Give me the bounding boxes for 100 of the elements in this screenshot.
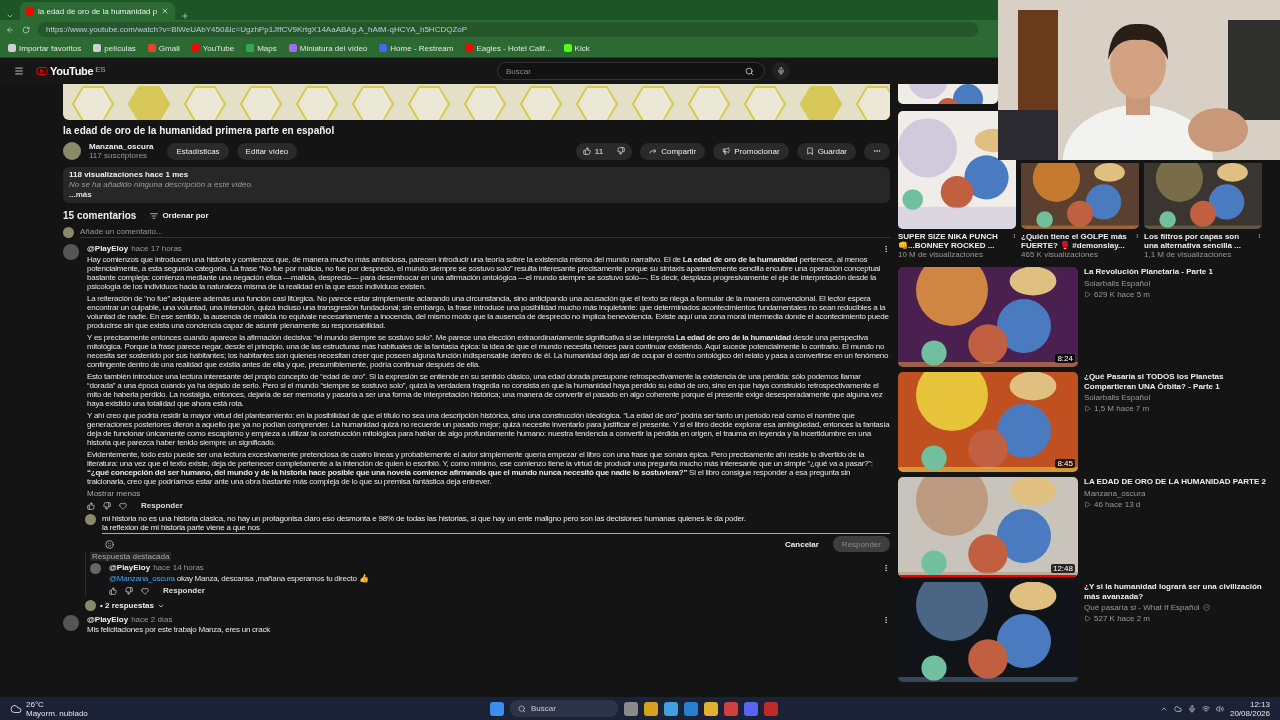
video-title[interactable]: LA EDAD DE ORO DE LA HUMANIDAD PARTE 2 — [1084, 477, 1270, 487]
show-less-link[interactable]: Mostrar menos — [87, 489, 141, 498]
back-icon — [6, 25, 14, 34]
mic-icon — [1187, 704, 1196, 713]
action-button[interactable]: Promocionar — [713, 142, 789, 160]
start-icon[interactable] — [490, 701, 504, 716]
more-icon — [1011, 232, 1016, 240]
clock-time: 12:13 — [1249, 699, 1270, 709]
close-icon[interactable] — [161, 7, 170, 15]
more-icon — [1257, 232, 1262, 240]
comment-author[interactable]: @PlayEloy — [87, 615, 129, 624]
share-icon — [649, 147, 658, 155]
comment-author[interactable]: @PlayEloy — [87, 244, 129, 253]
sort-icon — [150, 211, 159, 220]
app-icon[interactable] — [644, 701, 658, 716]
channel-name[interactable]: Solarballs Español — [1084, 393, 1151, 402]
bookmark[interactable]: Kick — [563, 43, 590, 53]
comment-time: hace 14 horas — [153, 563, 204, 572]
avatar — [63, 226, 74, 238]
comment-time: hace 2 días — [131, 615, 173, 624]
volume-icon — [1215, 704, 1224, 713]
reply-text: @Manzana_oscura okay Manza, descansa ,mañana esperamos tu directo 👍 — [109, 574, 370, 583]
bookmark[interactable]: YouTube — [191, 43, 235, 53]
reload-icon — [22, 25, 30, 34]
new-tab-icon — [181, 12, 190, 20]
app-icon[interactable] — [624, 701, 638, 716]
play-icon — [1084, 500, 1091, 508]
clock-date: 20/08/2026 — [1229, 708, 1270, 718]
bookmark[interactable]: Home - Restream — [379, 43, 454, 53]
like-icon — [87, 501, 95, 510]
reply-field[interactable]: mi historia no es una historia clasica, no hay un protagonisa claro eso desmonta e 98% de todas las historias, si que hay un ente maligno pero son las decisiones humanas quienes le da poder. la reflexion de mi historia parte viene a que nos — [102, 514, 890, 534]
more-icon — [882, 615, 890, 624]
mic-button[interactable] — [772, 62, 790, 80]
description-text: No se ha añadido ninguna descripción a este vídeo. — [69, 180, 255, 190]
subscriber-count: 117 suscriptores — [89, 151, 149, 160]
view-count: 1,1 M de visualizaciones — [1144, 250, 1233, 259]
more-icon — [873, 147, 881, 155]
avatar — [85, 514, 96, 525]
comment-paragraph: Esto también introduce una lectura interesante del propio concepto de “edad de oro”. Si la expresión se entiende en su sentido clásico, una edad dorada presupone retrospectivamente la existencia de una pérdida: sólo podemos llamar “dorada” a una época cuando ya ha dejado de serlo. Pero si el mundo “siempre se sostuvo solo”, quizá la verdadera tragedia no consista en que la humanidad haya perdido su edad de oro, sino en que haya construido retrospectivamente el mito de haberla perdido. La nostalgia, entonces, dejaría de ser memoria y pasaría a ser una forma de interpretación histórica; una manera de convertir el pasado en algo coherente porque el presente exige desesperadamente que alguna vez haya existido una totalidad que ahora está rota. — [87, 372, 884, 408]
cloud-icon — [1173, 704, 1182, 713]
bookmark[interactable]: Importar favoritos — [8, 43, 82, 53]
logo-text: YouTube — [50, 65, 94, 77]
duration-badge: 8:45 — [1055, 459, 1075, 468]
bookmark[interactable]: Maps — [246, 43, 277, 53]
more-button[interactable] — [864, 142, 890, 160]
dislike-icon — [125, 586, 133, 595]
menu-icon — [14, 66, 24, 76]
bookmark[interactable]: Eagles - Hotel Calif... — [465, 43, 552, 53]
mic-icon — [777, 67, 785, 75]
channel-name[interactable]: Manzana_oscura — [1084, 488, 1146, 498]
bookmark[interactable]: Miniatura del vídeo — [288, 43, 368, 53]
replies-toggle[interactable]: • 2 respuestas — [100, 601, 165, 610]
mention-link[interactable]: @Manzana_oscura — [109, 574, 175, 583]
browser-tab[interactable]: la edad de oro de la humanidad p — [20, 2, 176, 20]
play-icon — [1084, 405, 1091, 412]
owner-button[interactable]: Editar vídeo — [236, 142, 298, 160]
duration-badge: 8:24 — [1055, 354, 1075, 363]
region-label: ES — [95, 65, 106, 74]
weather-icon — [10, 702, 22, 715]
more-icon — [882, 244, 890, 253]
channel-name[interactable]: Solarballs Español — [1084, 278, 1151, 288]
action-button[interactable]: Compartir — [640, 142, 706, 160]
video-stats: 629 K hace 5 m — [1094, 289, 1151, 299]
owner-button[interactable]: Estadísticas — [167, 142, 229, 160]
app-icon[interactable] — [724, 701, 738, 716]
video-title[interactable]: ¿Y si la humanidad logrará ser una civilización más avanzada? — [1084, 582, 1270, 601]
description-box[interactable]: 118 visualizaciones hace 1 mes No se ha añadido ninguna descripción a este vídeo. ...más — [63, 167, 890, 203]
more-link[interactable]: ...más — [69, 190, 884, 200]
comment-time: hace 17 horas — [131, 244, 182, 253]
short-title[interactable]: ¿Quién tiene el GOLPE más FUERTE? 🥊 #demonslay... — [1021, 232, 1133, 250]
heart-icon — [141, 586, 149, 595]
comment-author[interactable]: @PlayEloy — [109, 563, 151, 572]
cancel-button[interactable]: Cancelar — [779, 536, 825, 552]
duration-badge: 12:48 — [1050, 564, 1075, 573]
channel-name[interactable]: Manzana_oscura — [89, 142, 154, 151]
bookmark[interactable]: Gmail — [147, 43, 180, 53]
taskbar-search[interactable]: Buscar — [510, 700, 618, 717]
search-field[interactable]: Buscar — [497, 62, 765, 80]
play-icon — [1084, 290, 1091, 298]
comment-paragraph: Hay comienzos que introducen una historia y comienzos que, de manera mucho más ambiciosa, parecen introducir una teoría sobre la existencia misma del mundo narrativo. El de La edad de oro de la humanidad pertenece, al menos potencialmente, a esta segunda categoría. La frase “No fue por malicia, no fue por desprecio, el mundo siempre se sostuvo solo” resulta interesante precisamente porque su sintaxis aparentemente sencilla encubre una operación conceptual bastante compleja: comienza mediante una negación ética —malicia, desprecio— para desembocar en una afirmación ontológica —el mundo siempre se sostuvo solo—. Es decir, desplaza progresivamente el eje de interpretación desde la psicología de los individuos hacia la naturaleza misma de la realidad en la que esos individuos existen. — [87, 255, 882, 291]
comment-text: Mis felicitaciones por este trabajo Manza, eres un crack — [87, 625, 271, 634]
youtube-logo-icon — [36, 65, 48, 77]
bookmark[interactable]: películas — [93, 43, 136, 53]
video-title[interactable]: ¿Qué Pasaría si TODOS los Planetas Compartieran UNA Órbita? - Parte 1 — [1084, 372, 1270, 391]
comment-field[interactable]: Añade un comentario... — [80, 226, 890, 238]
address-bar[interactable]: https://www.youtube.com/watch?v=BlWeUAbY450&lc=UgzhPp1JffCV9KrtgX14AaABAg.A_hAtM-qHCYA_h5HCDQZoP — [38, 22, 978, 37]
reply-button[interactable]: Responder — [157, 585, 211, 596]
video-title[interactable]: La Revolución Planetaria - Parte 1 — [1084, 267, 1270, 277]
short-title[interactable]: SUPER SIZE NIKA PUNCH 👊...BONNEY ROCKED ... — [898, 232, 1010, 250]
video-title: la edad de oro de la humanidad primera parte en español — [63, 125, 336, 136]
view-count: 10 M de visualizaciones — [898, 250, 984, 259]
sort-button[interactable]: Ordenar por — [150, 211, 209, 220]
avatar — [90, 563, 101, 574]
reply-button[interactable]: Responder — [135, 500, 189, 511]
action-button[interactable]: Guardar — [796, 142, 856, 160]
avatar[interactable] — [63, 142, 81, 160]
short-title[interactable]: Los filtros por capas son una alternativa sencilla ... — [1144, 232, 1256, 250]
avatar — [85, 600, 96, 611]
channel-name[interactable]: Qué pasaría si - What If Español — [1084, 603, 1200, 612]
comment-count: 15 comentarios — [63, 210, 137, 221]
